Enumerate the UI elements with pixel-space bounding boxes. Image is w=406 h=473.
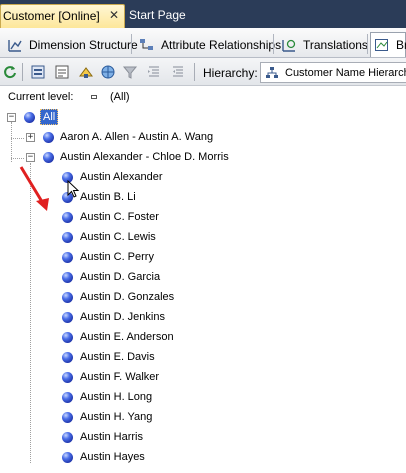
process-icon[interactable]: [30, 64, 46, 80]
attribute-relationships-icon: [139, 37, 155, 53]
current-level-value: (All): [110, 91, 130, 103]
mouse-cursor-icon: [67, 180, 80, 198]
tab-translations-label: Translations: [303, 37, 368, 52]
tree-member-label[interactable]: Austin H. Long: [80, 391, 152, 403]
tree-member-label[interactable]: Austin E. Davis: [80, 351, 155, 363]
tree-member[interactable]: Austin D. Garcia: [0, 268, 406, 288]
group-member-icon: [43, 132, 54, 143]
tree-member[interactable]: Austin D. Gonzales: [0, 288, 406, 308]
tree-member[interactable]: Austin Harris: [0, 428, 406, 448]
tree-member-label[interactable]: Austin H. Yang: [80, 411, 152, 423]
tab-attribute-relationships-label: Attribute Relationships: [161, 37, 282, 52]
tree-member-label[interactable]: Austin B. Li: [80, 191, 136, 203]
tree-group-label[interactable]: Austin Alexander - Chloe D. Morris: [60, 151, 229, 163]
tree-member[interactable]: Austin E. Davis: [0, 348, 406, 368]
tree-member-label[interactable]: Austin C. Perry: [80, 251, 154, 263]
tree-member-label[interactable]: Austin D. Jenkins: [80, 311, 165, 323]
current-level-bar: Current level: (All): [0, 86, 406, 108]
reconnect-icon[interactable]: [78, 64, 94, 80]
filter-icon[interactable]: [122, 64, 138, 80]
tab-customer-online[interactable]: Customer [Online] ✕: [0, 4, 125, 28]
member-icon: [62, 352, 73, 363]
member-properties-icon[interactable]: [54, 64, 70, 80]
translations-icon: [281, 37, 297, 53]
tree-member-label[interactable]: Austin Harris: [80, 431, 143, 443]
tree-member[interactable]: Austin H. Long: [0, 388, 406, 408]
current-level-label: Current level:: [8, 91, 74, 103]
browser-icon: [374, 37, 390, 53]
tab-browser[interactable]: Br: [370, 32, 406, 57]
tree-member[interactable]: Austin F. Walker: [0, 368, 406, 388]
all-member-icon: [24, 112, 35, 123]
outdent-icon[interactable]: [170, 64, 186, 80]
tree-node-all[interactable]: − All: [0, 108, 406, 128]
tree-member-label[interactable]: Austin C. Foster: [80, 211, 159, 223]
tree-member[interactable]: Austin D. Jenkins: [0, 308, 406, 328]
member-icon: [62, 272, 73, 283]
tree-member[interactable]: Austin Hayes: [0, 448, 406, 468]
indent-icon[interactable]: [146, 64, 162, 80]
member-icon: [62, 372, 73, 383]
annotation-arrow-icon: [19, 166, 49, 211]
hierarchy-icon: [265, 66, 279, 80]
collapse-all-icon[interactable]: −: [7, 113, 16, 122]
tree-member-label[interactable]: Austin D. Garcia: [80, 271, 160, 283]
member-icon: [62, 332, 73, 343]
dimension-structure-icon: [7, 37, 23, 53]
tab-start-page[interactable]: Start Page: [127, 6, 197, 26]
tab-customer-online-label: Customer [Online]: [3, 9, 100, 23]
tab-start-page-label: Start Page: [129, 8, 186, 22]
language-icon[interactable]: [100, 64, 116, 80]
browser-toolbar: Hierarchy: Customer Name Hierarchy: [0, 58, 406, 86]
hierarchy-tree: − All + Aaron A. Allen - Austin A. Wang …: [0, 108, 406, 473]
tab-browser-label: Br: [396, 38, 406, 52]
member-icon: [62, 412, 73, 423]
refresh-icon[interactable]: [2, 64, 18, 80]
tree-member-label[interactable]: Austin Alexander: [80, 171, 163, 183]
tree-group-label[interactable]: Aaron A. Allen - Austin A. Wang: [60, 131, 213, 143]
member-icon: [62, 292, 73, 303]
tab-dimension-structure[interactable]: Dimension Structure: [4, 32, 138, 57]
tree-group-aaron-allen[interactable]: + Aaron A. Allen - Austin A. Wang: [0, 128, 406, 148]
tree-member-label[interactable]: Austin Hayes: [80, 451, 145, 463]
tree-member[interactable]: Austin C. Lewis: [0, 228, 406, 248]
member-icon: [62, 232, 73, 243]
close-icon[interactable]: ✕: [109, 8, 119, 22]
member-icon: [62, 432, 73, 443]
member-icon: [62, 312, 73, 323]
level-icon: [91, 95, 97, 99]
member-icon: [62, 252, 73, 263]
member-icon: [62, 452, 73, 463]
tree-member-label[interactable]: Austin C. Lewis: [80, 231, 156, 243]
group-member-icon: [43, 152, 54, 163]
tree-member[interactable]: Austin H. Yang: [0, 408, 406, 428]
hierarchy-label: Hierarchy:: [203, 66, 258, 80]
tab-dimension-structure-label: Dimension Structure: [29, 37, 138, 52]
hierarchy-dropdown[interactable]: Customer Name Hierarchy: [260, 62, 406, 83]
hierarchy-dropdown-value: Customer Name Hierarchy: [285, 66, 406, 79]
expand-icon[interactable]: +: [26, 133, 35, 142]
tree-member-label[interactable]: Austin D. Gonzales: [80, 291, 174, 303]
tab-translations[interactable]: Translations: [278, 32, 368, 57]
designer-tab-bar: Dimension Structure Attribute Relationsh…: [0, 28, 406, 58]
collapse-icon[interactable]: −: [26, 153, 35, 162]
tab-attribute-relationships[interactable]: Attribute Relationships: [136, 32, 281, 57]
member-icon: [62, 392, 73, 403]
tree-member[interactable]: Austin E. Anderson: [0, 328, 406, 348]
tree-member-label[interactable]: Austin F. Walker: [80, 371, 159, 383]
document-tab-strip: Customer [Online] ✕ Start Page: [0, 0, 406, 28]
tree-node-all-label[interactable]: All: [40, 109, 59, 125]
tree-member[interactable]: Austin C. Perry: [0, 248, 406, 268]
tree-member-label[interactable]: Austin E. Anderson: [80, 331, 174, 343]
